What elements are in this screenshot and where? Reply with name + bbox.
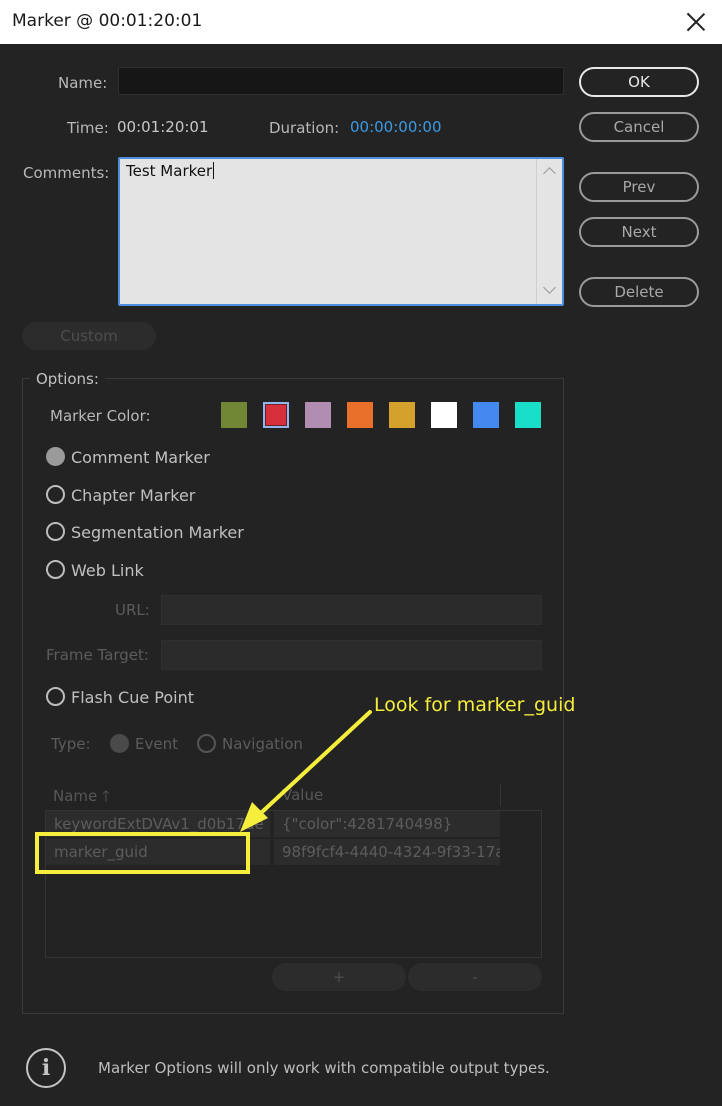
chevron-down-icon[interactable]: [543, 281, 556, 294]
close-icon[interactable]: [686, 12, 706, 32]
url-input[interactable]: [161, 595, 542, 625]
marker-color-label: Marker Color:: [50, 407, 151, 425]
value-column-header[interactable]: Value: [282, 786, 323, 804]
segmentation-marker-radio[interactable]: [46, 522, 65, 541]
table-row-1-value[interactable]: 98f9fcf4-4440-4324-9f33-17a: [274, 839, 500, 865]
annotation-text: Look for marker_guid: [374, 694, 576, 716]
color-swatch-5[interactable]: [431, 402, 457, 428]
chapter-marker-radio[interactable]: [46, 485, 65, 504]
color-swatch-2[interactable]: [305, 402, 331, 428]
name-label: Name:: [58, 74, 108, 92]
color-swatch-0[interactable]: [221, 402, 247, 428]
remove-row-button[interactable]: -: [408, 963, 542, 991]
comment-marker-radio[interactable]: [46, 447, 65, 466]
type-label: Type:: [51, 735, 91, 753]
color-swatch-7[interactable]: [515, 402, 541, 428]
flash-cue-point-label: Flash Cue Point: [71, 688, 194, 707]
text-caret: [213, 162, 215, 179]
info-icon: i: [26, 1048, 66, 1088]
column-divider: [500, 784, 501, 806]
chevron-up-icon[interactable]: [543, 167, 556, 180]
url-label: URL:: [115, 601, 150, 619]
frame-target-input[interactable]: [161, 640, 542, 670]
comments-label: Comments:: [23, 164, 110, 182]
navigation-label: Navigation: [222, 735, 303, 753]
color-swatch-3[interactable]: [347, 402, 373, 428]
color-swatch-1[interactable]: [263, 402, 289, 428]
event-label: Event: [135, 735, 178, 753]
delete-button[interactable]: Delete: [579, 277, 699, 307]
window-title: Marker @ 00:01:20:01: [12, 11, 203, 31]
comments-text: Test Marker: [126, 162, 215, 180]
frame-target-label: Frame Target:: [46, 646, 149, 664]
sort-arrow-up-icon: 🡑: [102, 787, 110, 805]
time-value: 00:01:20:01: [117, 118, 209, 136]
ok-button[interactable]: OK: [579, 67, 699, 97]
annotation-highlight-box: [35, 832, 250, 874]
name-input[interactable]: [118, 67, 564, 95]
info-text: Marker Options will only work with compa…: [98, 1059, 550, 1077]
custom-button[interactable]: Custom: [22, 322, 156, 350]
comment-marker-label: Comment Marker: [71, 448, 210, 467]
next-button[interactable]: Next: [579, 217, 699, 247]
color-swatch-6[interactable]: [473, 402, 499, 428]
add-row-button[interactable]: +: [272, 963, 406, 991]
duration-label: Duration:: [269, 119, 340, 137]
web-link-label: Web Link: [71, 561, 144, 580]
event-radio[interactable]: [110, 734, 129, 753]
comments-scrollbar[interactable]: [536, 159, 562, 304]
flash-cue-point-radio[interactable]: [46, 687, 65, 706]
prev-button[interactable]: Prev: [579, 172, 699, 202]
web-link-radio[interactable]: [46, 560, 65, 579]
segmentation-marker-label: Segmentation Marker: [71, 523, 244, 542]
color-swatch-4[interactable]: [389, 402, 415, 428]
title-bar: Marker @ 00:01:20:01: [0, 0, 722, 44]
navigation-radio[interactable]: [197, 734, 216, 753]
cancel-button[interactable]: Cancel: [579, 112, 699, 142]
duration-value[interactable]: 00:00:00:00: [350, 118, 442, 136]
table-row-0-value[interactable]: {"color":4281740498}: [274, 811, 500, 837]
time-label: Time:: [67, 119, 109, 137]
comments-textarea[interactable]: Test Marker: [118, 157, 564, 306]
name-column-header[interactable]: Name 🡑: [53, 786, 110, 811]
chapter-marker-label: Chapter Marker: [71, 486, 196, 505]
options-legend: Options:: [30, 370, 105, 388]
